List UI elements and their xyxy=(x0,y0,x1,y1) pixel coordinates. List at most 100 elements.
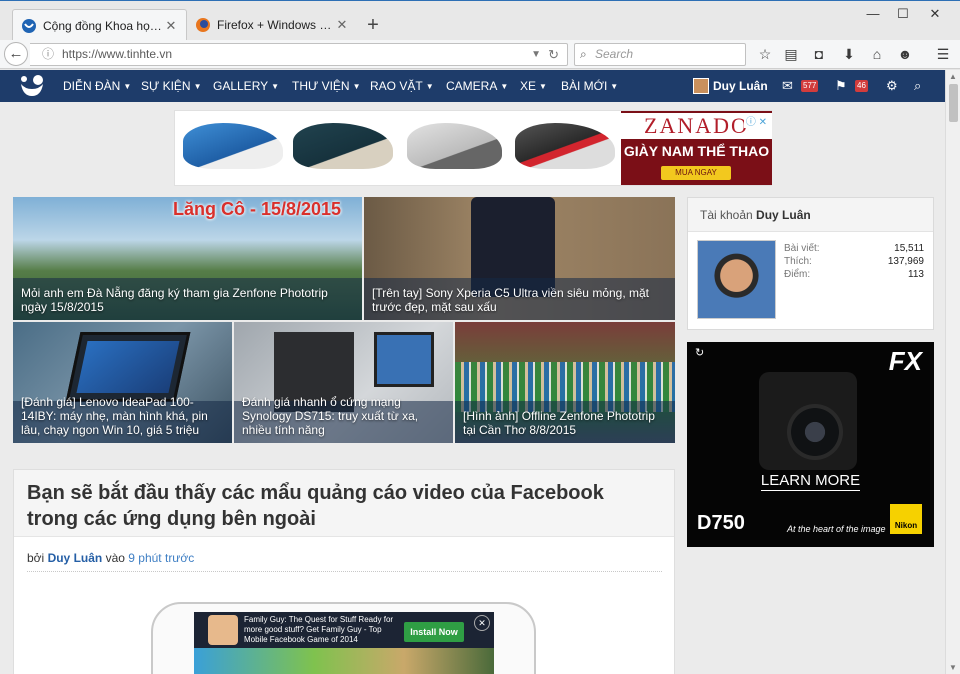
hello-chat-icon[interactable]: ☻ xyxy=(894,44,916,65)
alerts-count-badge: 46 xyxy=(855,80,868,92)
tile-caption: [Đánh giá] Lenovo IdeaPad 100-14IBY: máy… xyxy=(21,395,208,437)
laptop-image xyxy=(65,332,191,402)
maximize-button[interactable]: ☐ xyxy=(888,5,918,23)
fx-logo: FX xyxy=(888,346,922,376)
tab-title: Cộng đồng Khoa học & C... xyxy=(43,18,164,33)
user-name: Duy Luân xyxy=(713,79,768,93)
site-info-icon[interactable]: ⓘ xyxy=(42,44,54,65)
nav-rao-vat[interactable]: RAO VẶT ▼ xyxy=(370,70,434,102)
zanado-slogan: GIÀY NAM THỂ THAO xyxy=(623,143,770,159)
stat-value: 15,511 xyxy=(894,243,924,254)
caret-down-icon: ▼ xyxy=(193,82,202,91)
account-name[interactable]: Duy Luân xyxy=(756,208,811,222)
nav-label: XE xyxy=(520,79,537,93)
tab-close-icon[interactable]: ✕ xyxy=(164,18,178,34)
profile-photo[interactable] xyxy=(697,240,776,319)
alerts-flag-icon[interactable]: ⚑ xyxy=(835,70,847,102)
nikon-ad[interactable]: ↻ FX LEARN MORE D750 At the heart of the… xyxy=(687,342,934,547)
install-now-button[interactable]: Install Now xyxy=(404,622,464,642)
search-input[interactable]: ⌕ Search xyxy=(574,43,746,66)
tinhte-logo-icon[interactable] xyxy=(18,74,46,98)
caret-down-icon: ▼ xyxy=(271,82,280,91)
stat-label: Điểm: xyxy=(784,269,811,280)
shoe-image xyxy=(515,123,615,169)
author-link[interactable]: Duy Luân xyxy=(48,551,103,565)
tagline: At the heart of the image xyxy=(787,524,886,534)
byline-by: bởi xyxy=(27,551,45,565)
featured-tile[interactable]: [Đánh giá] Lenovo IdeaPad 100-14IBY: máy… xyxy=(13,322,232,443)
site-header: DIỄN ĐÀN ▼ SỰ KIỆN ▼ GALLERY ▼ THƯ VIỆN ▼ RA… xyxy=(0,70,945,102)
tinhte-favicon-icon xyxy=(22,18,36,33)
nav-label: RAO VẶT xyxy=(370,79,423,93)
caret-down-icon: ▼ xyxy=(352,82,361,91)
nav-su-kien[interactable]: SỰ KIỆN ▼ xyxy=(141,70,202,102)
stat-posts: Bài viết: 15,511 xyxy=(784,243,924,256)
messages-count-badge: 577 xyxy=(801,80,819,92)
stat-likes: Thích: 137,969 xyxy=(784,256,924,269)
nav-xe[interactable]: XE ▼ xyxy=(520,70,547,102)
tile-caption: [Hình ảnh] Offline Zenfone Phototrip tại… xyxy=(463,409,655,437)
messages-icon[interactable]: ✉ xyxy=(782,70,793,102)
tab-tinhte[interactable]: Cộng đồng Khoa học & C... ✕ xyxy=(12,9,187,41)
model-name: D750 xyxy=(697,512,745,534)
new-tab-button[interactable]: + xyxy=(363,13,383,37)
user-menu[interactable]: Duy Luân xyxy=(693,78,768,94)
page-content: ZANADO GIÀY NAM THỂ THAO MUA NGAY ⓘ ✕ Lă… xyxy=(0,102,945,674)
caret-down-icon: ▼ xyxy=(610,82,619,91)
nav-gallery[interactable]: GALLERY ▼ xyxy=(213,70,279,102)
nav-label: SỰ KIỆN xyxy=(141,79,191,93)
pocket-icon[interactable]: ◘ xyxy=(808,44,830,65)
back-button[interactable]: ← xyxy=(4,42,28,66)
scroll-down-icon[interactable]: ▼ xyxy=(949,663,957,672)
divider xyxy=(27,571,662,572)
account-box: Tài khoản Duy Luân Bài viết: 15,511 Thíc… xyxy=(687,197,934,330)
caret-down-icon: ▼ xyxy=(500,82,509,91)
nav-label: DIỄN ĐÀN xyxy=(63,79,121,93)
home-icon[interactable]: ⌂ xyxy=(866,44,888,65)
learn-more-link[interactable]: LEARN MORE xyxy=(687,472,934,491)
ad-close-icon[interactable]: ✕ xyxy=(474,615,490,631)
featured-tile[interactable]: [Trên tay] Sony Xperia C5 Ultra viền siê… xyxy=(364,197,675,320)
page-scrollbar[interactable]: ▲ ▼ xyxy=(945,70,960,674)
nav-thu-vien[interactable]: THƯ VIỆN ▼ xyxy=(292,70,361,102)
zanado-banner-ad[interactable]: ZANADO GIÀY NAM THỂ THAO MUA NGAY ⓘ ✕ xyxy=(174,110,772,186)
site-search-icon[interactable]: ⌕ xyxy=(914,70,921,102)
featured-tile[interactable]: Đánh giá nhanh ổ cứng mạng Synology DS71… xyxy=(234,322,453,443)
scroll-up-icon[interactable]: ▲ xyxy=(949,72,957,81)
timestamp-link[interactable]: 9 phút trước xyxy=(128,551,194,565)
nav-label: THƯ VIỆN xyxy=(292,79,350,93)
caret-down-icon: ▼ xyxy=(425,82,434,91)
menu-icon[interactable]: ☰ xyxy=(932,44,954,65)
url-bar[interactable]: ⓘ https://www.tinhte.vn ▼ ↻ xyxy=(30,43,568,66)
nikon-logo: Nikon xyxy=(890,504,922,534)
featured-tile[interactable]: [Hình ảnh] Offline Zenfone Phototrip tại… xyxy=(455,322,675,443)
adchoices-icon[interactable]: ⓘ ✕ xyxy=(743,113,769,128)
minimize-button[interactable]: — xyxy=(858,5,888,23)
family-guy-app-icon xyxy=(208,615,238,645)
shoe-image xyxy=(183,123,283,169)
game-screenshot-image xyxy=(194,648,494,674)
reload-icon[interactable]: ↻ xyxy=(548,44,559,65)
zanado-buy-button[interactable]: MUA NGAY xyxy=(661,166,731,180)
scroll-thumb[interactable] xyxy=(949,84,958,122)
nav-bai-moi[interactable]: BÀI MỚI ▼ xyxy=(561,70,618,102)
downloads-icon[interactable]: ⬇ xyxy=(838,44,860,65)
ad-replay-icon[interactable]: ↻ xyxy=(695,346,704,359)
reading-list-icon[interactable]: ▤ xyxy=(780,44,802,65)
bookmark-star-icon[interactable]: ☆ xyxy=(754,44,776,65)
article-title[interactable]: Bạn sẽ bắt đầu thấy các mẩu quảng cáo vi… xyxy=(27,480,657,532)
ad-text: Family Guy: The Quest for Stuff Ready fo… xyxy=(244,615,394,644)
learn-more-label: LEARN MORE xyxy=(760,472,861,491)
tab-firefox-windows[interactable]: Firefox + Windows 10. Per... ✕ xyxy=(187,9,357,41)
settings-gear-icon[interactable]: ⚙ xyxy=(886,70,898,102)
url-text: https://www.tinhte.vn xyxy=(62,47,173,61)
stat-label: Bài viết: xyxy=(784,243,820,254)
tab-close-icon[interactable]: ✕ xyxy=(335,17,349,33)
url-dropdown-icon[interactable]: ▼ xyxy=(531,44,541,65)
featured-tile[interactable]: Lăng Cô - 15/8/2015 Mỏi anh em Đà Nẵng đ… xyxy=(13,197,362,320)
close-window-button[interactable]: ✕ xyxy=(920,5,950,23)
byline-at: vào xyxy=(105,551,125,565)
nav-camera[interactable]: CAMERA ▼ xyxy=(446,70,508,102)
nav-dien-dan[interactable]: DIỄN ĐÀN ▼ xyxy=(63,70,131,102)
facebook-video-ad[interactable]: Family Guy: The Quest for Stuff Ready fo… xyxy=(194,612,494,674)
